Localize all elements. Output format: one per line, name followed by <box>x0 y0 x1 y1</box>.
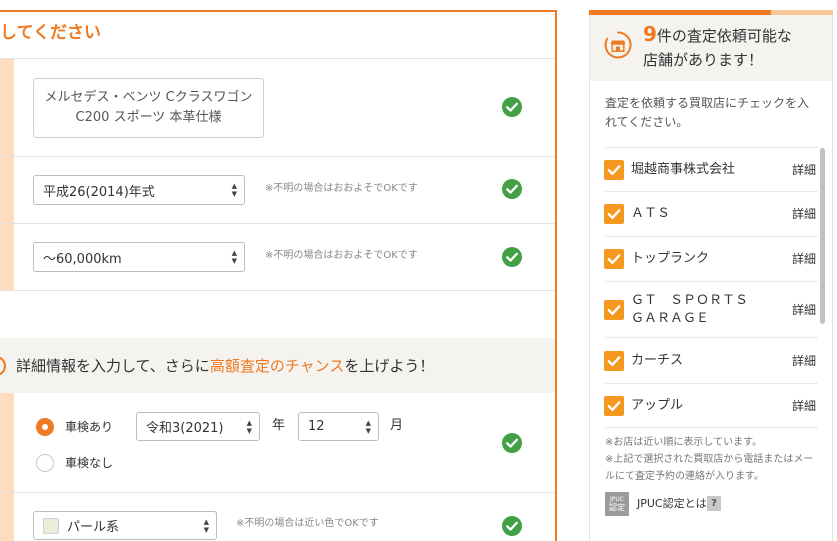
help-icon[interactable]: ? <box>707 496 721 511</box>
detail-section-title: 詳細情報を入力して、さらに高額査定のチャンスを上げよう！ <box>16 356 434 376</box>
car-name-box: メルセデス・ベンツ Cクラスワゴン C200 スポーツ 本革仕様 <box>33 78 264 138</box>
store-detail-link[interactable]: 詳細 <box>792 353 816 369</box>
row-divider <box>0 290 555 291</box>
detail-section-suffix: を上げよう！ <box>344 357 435 375</box>
jpuc-badge-top: JPUC <box>610 495 624 503</box>
form-header-divider <box>0 58 555 59</box>
body-color-note: ※不明の場合は近い色でOKです <box>236 518 379 529</box>
jpuc-badge-icon: JPUC 認定 <box>605 492 629 516</box>
store-detail-link[interactable]: 詳細 <box>792 162 816 178</box>
store-item[interactable]: ＡＴＳ 詳細 <box>604 192 817 237</box>
store-name: 堀越商事株式会社 <box>631 161 736 177</box>
store-count: 9 <box>643 22 657 46</box>
inspection-yes-label[interactable]: 車検あり <box>65 419 113 435</box>
instruction-line1: 査定を依頼する買取店にチェックを入 <box>605 96 810 110</box>
mileage-select[interactable]: ～60,000km ▲ ▼ <box>33 242 245 272</box>
check-circle-icon <box>502 97 522 117</box>
panel-title-suffix: 件の査定依頼可能な <box>656 27 792 45</box>
car-name-line1: メルセデス・ベンツ Cクラスワゴン <box>44 90 253 105</box>
body-color-select[interactable]: パール系 ▲ ▼ <box>33 511 217 540</box>
model-year-note: ※不明の場合はおおよそでOKです <box>265 183 418 194</box>
row-divider <box>0 223 555 224</box>
checkbox-checked-icon[interactable] <box>604 299 624 320</box>
check-circle-icon <box>502 247 522 267</box>
select-arrows-icon: ▲ ▼ <box>365 418 371 435</box>
store-item[interactable]: カーチス 詳細 <box>604 338 817 384</box>
panel-note-2: ※上記で選択された買取店から電話またはメー <box>605 454 814 465</box>
checkbox-checked-icon[interactable] <box>604 159 624 180</box>
inspection-year-value: 令和3(2021) <box>146 421 224 436</box>
page: してください メルセデス・ベンツ Cクラスワゴン C200 スポーツ 本革仕様 … <box>0 0 837 541</box>
store-name: ＧＴ ＳＰＯＲＴＳ ＧＡＲＡＧＥ <box>631 292 792 328</box>
check-circle-icon <box>502 516 522 536</box>
color-swatch <box>43 518 59 534</box>
store-name-line2: ＧＡＲＡＧＥ <box>631 310 710 326</box>
car-name-line2: C200 スポーツ 本革仕様 <box>75 110 222 125</box>
jpuc-badge-bottom: 認定 <box>609 502 625 512</box>
section-circle-icon <box>0 356 6 376</box>
store-item[interactable]: アップル 詳細 <box>604 384 817 428</box>
body-color-value: パール系 <box>67 520 120 535</box>
store-name: アップル <box>631 397 684 413</box>
model-year-value: 平成26(2014)年式 <box>43 184 155 200</box>
store-list-scrollbar[interactable] <box>820 148 825 324</box>
label-column-strip <box>0 59 14 291</box>
checkbox-checked-icon[interactable] <box>604 204 624 224</box>
checkbox-checked-icon[interactable] <box>604 249 624 269</box>
mileage-value: ～60,000km <box>43 251 122 267</box>
detail-section-highlight: 高額査定のチャンス <box>209 357 345 375</box>
inspection-year-select[interactable]: 令和3(2021) ▲ ▼ <box>136 412 260 441</box>
store-icon <box>604 31 632 59</box>
panel-title-line2: 店舗があります！ <box>643 51 764 69</box>
instruction-line2: れてください。 <box>605 115 689 129</box>
inspection-no-radio[interactable] <box>36 454 54 472</box>
select-arrows-icon: ▲ ▼ <box>203 517 209 534</box>
jpuc-link[interactable]: JPUC認定とは <box>637 496 707 511</box>
inspection-yes-radio[interactable] <box>36 418 54 436</box>
mileage-note: ※不明の場合はおおよそでOKです <box>265 250 418 261</box>
inspection-month-select[interactable]: 12 ▲ ▼ <box>298 412 379 441</box>
panel-note-1: ※お店は近い順に表示しています。 <box>605 437 763 448</box>
store-detail-link[interactable]: 詳細 <box>792 302 816 318</box>
store-name: ＡＴＳ <box>631 206 671 221</box>
panel-title-line1: 9件の査定依頼可能な <box>643 21 792 47</box>
model-year-select[interactable]: 平成26(2014)年式 ▲ ▼ <box>33 175 245 205</box>
store-item[interactable]: ＧＴ ＳＰＯＲＴＳ ＧＡＲＡＧＥ 詳細 <box>604 282 817 338</box>
year-unit-label: 年 <box>272 418 286 433</box>
store-name-line1: ＧＴ ＳＰＯＲＴＳ <box>631 292 749 308</box>
form-title: してください <box>0 23 101 43</box>
checkbox-checked-icon[interactable] <box>604 395 624 416</box>
check-circle-icon <box>502 433 522 453</box>
month-unit-label: 月 <box>390 418 404 433</box>
detail-section-prefix: 詳細情報を入力して、さらに <box>16 357 210 375</box>
inspection-no-label[interactable]: 車検なし <box>65 455 113 471</box>
store-name: トップランク <box>631 251 710 266</box>
store-detail-link[interactable]: 詳細 <box>792 398 816 414</box>
store-name: カーチス <box>631 352 684 368</box>
label-column-strip <box>0 393 14 541</box>
row-divider <box>0 492 555 493</box>
store-item[interactable]: 堀越商事株式会社 詳細 <box>604 147 817 192</box>
check-circle-icon <box>502 179 522 199</box>
row-divider <box>0 156 555 157</box>
inspection-month-value: 12 <box>308 419 325 434</box>
store-detail-link[interactable]: 詳細 <box>792 206 816 222</box>
checkbox-checked-icon[interactable] <box>604 350 624 371</box>
store-detail-link[interactable]: 詳細 <box>792 251 816 267</box>
select-arrows-icon: ▲ ▼ <box>231 249 237 265</box>
panel-note-3: ルにて査定予約の連絡が入ります。 <box>605 471 764 482</box>
select-arrows-icon: ▲ ▼ <box>246 418 252 435</box>
store-item[interactable]: トップランク 詳細 <box>604 237 817 282</box>
select-arrows-icon: ▲ ▼ <box>231 182 237 198</box>
